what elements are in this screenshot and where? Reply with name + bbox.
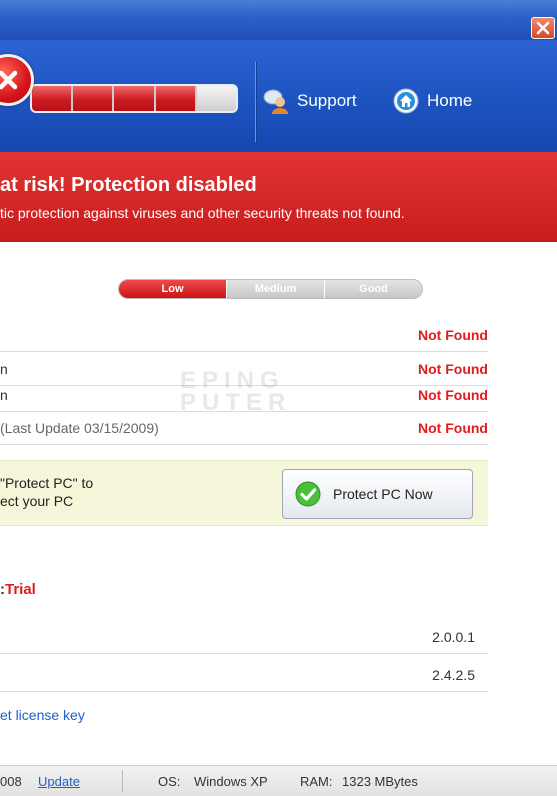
footer-divider <box>122 770 123 792</box>
status-row: Not Found <box>0 318 488 352</box>
status-label: (Last Update 03/15/2009) <box>0 420 159 436</box>
status-label: n <box>0 387 8 403</box>
alert-banner <box>0 152 557 242</box>
footer-date: 008 <box>0 774 22 789</box>
ram-value: 1323 MBytes <box>342 774 418 789</box>
protection-status-meter <box>30 84 238 113</box>
status-value: Not Found <box>418 361 488 377</box>
protect-button-label: Protect PC Now <box>333 486 433 502</box>
version-row: 2.0.0.1 <box>0 618 488 654</box>
status-value: Not Found <box>418 420 488 436</box>
meter-segment <box>196 86 236 111</box>
home-label: Home <box>427 91 473 110</box>
version-value: 2.0.0.1 <box>432 629 475 645</box>
title-bar <box>0 0 557 40</box>
watermark: EPING PUTER <box>180 367 292 416</box>
meter-segment <box>73 86 115 111</box>
support-link[interactable]: Support <box>263 88 357 114</box>
version-value: 2.4.2.5 <box>432 667 475 683</box>
get-license-key-link[interactable]: et license key <box>0 707 85 723</box>
level-medium: Medium <box>227 280 325 298</box>
status-label: n <box>0 361 8 377</box>
protect-pc-now-button[interactable]: Protect PC Now <box>282 469 473 519</box>
os-label: OS: <box>158 774 181 789</box>
license-trial: Trial <box>5 581 36 598</box>
level-low: Low <box>119 280 227 298</box>
meter-segment <box>114 86 156 111</box>
level-good: Good <box>325 280 422 298</box>
status-row: (Last Update 03/15/2009) Not Found <box>0 411 488 445</box>
meter-segment <box>155 86 197 111</box>
header-divider-shadow <box>256 62 257 142</box>
support-label: Support <box>297 91 357 110</box>
status-value: Not Found <box>418 387 488 403</box>
protection-level-bar: Low Medium Good <box>118 279 423 299</box>
os-value: Windows XP <box>194 774 268 789</box>
alert-title: at risk! Protection disabled <box>0 174 257 196</box>
support-icon <box>263 89 288 114</box>
status-footer: 008 Update OS: Windows XP RAM: 1323 MByt… <box>0 765 557 796</box>
home-icon <box>393 88 419 114</box>
update-link[interactable]: Update <box>38 774 80 789</box>
home-link[interactable]: Home <box>393 88 472 114</box>
close-icon <box>536 21 550 35</box>
check-icon <box>295 481 321 507</box>
version-row: 2.4.2.5 <box>0 656 488 692</box>
ram-label: RAM: <box>300 774 333 789</box>
meter-segment <box>32 86 74 111</box>
protect-line-2: ect your PC <box>0 493 74 509</box>
protect-instructions: "Protect PC" to ect your PC <box>0 474 93 510</box>
status-value: Not Found <box>418 327 488 343</box>
close-button[interactable] <box>531 17 555 39</box>
license-status: :Trial <box>0 581 36 598</box>
alert-subtitle: tic protection against viruses and other… <box>0 205 405 221</box>
protect-line-1: "Protect PC" to <box>0 475 94 491</box>
